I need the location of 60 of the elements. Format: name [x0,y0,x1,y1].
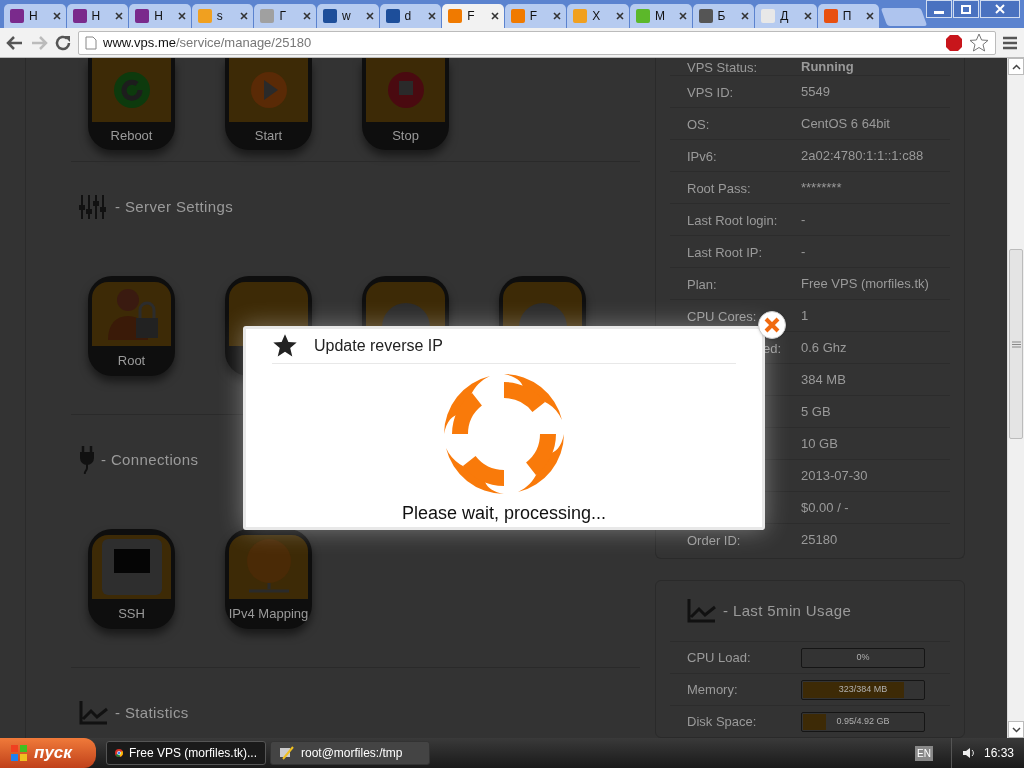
tab-title: Д [780,8,790,25]
tab-title: F [529,8,539,25]
tab-title: H [154,8,164,25]
section-title: - Server Settings [115,196,234,217]
clock: 16:33 [983,745,1014,762]
info-value: - [801,210,806,229]
info-value: $0.00 / - [801,498,849,517]
tab-title: П [842,8,853,25]
tab-title: s [216,8,224,25]
info-value: 0.6 Ghz [801,338,847,357]
usage-reading: 323/384 MB [837,682,889,696]
info-value: Running [801,58,854,76]
info-value: 1 [801,306,809,325]
tile-label: Reboot [110,127,153,146]
info-value: 5549 [801,82,830,101]
usage-reading: 0% [855,650,871,664]
info-label: Last Root login: [687,212,778,228]
info-label: Last Root IP: [687,244,763,260]
info-label: Plan: [687,276,717,292]
usage-reading: 0.95/4.92 GB [835,714,891,728]
info-value: CentOS 6 64bit [801,114,890,133]
section-title: - Connections [101,449,199,470]
info-label: VPS Status: [687,59,758,75]
tab-title: X [592,8,602,25]
tile-label: IPv4 Mapping [228,605,309,624]
tab-title: M [654,8,666,25]
tab-title: H [29,8,39,25]
info-label: CPU Cores: [687,308,757,324]
info-value: 2013-07-30 [801,466,868,485]
dialog-title: Update reverse IP [314,336,443,356]
tab-title: F [467,8,476,25]
info-label: Order ID: [687,533,741,548]
info-value: 2a02:4780:1:1::1:c88 [801,146,924,165]
info-value: 10 GB [801,434,838,453]
tile-label: SSH [118,605,145,624]
tab-title: Б [717,8,727,25]
info-value: 25180 [801,531,838,550]
tile-label: Start [254,127,283,146]
info-label: IPv6: [687,148,717,164]
info-value: Free VPS (morfiles.tk) [801,274,929,293]
info-label: VPS ID: [687,84,734,100]
usage-label: Disk Space: [686,712,758,731]
tile-label: Stop [392,127,419,146]
section-title: - Last 5min Usage [723,600,852,621]
info-value: 384 MB [801,370,846,389]
tab-title: d [404,8,413,25]
info-label: Root Pass: [687,180,751,196]
tab-title: H [91,8,102,25]
tile-label: Root [117,352,146,371]
usage-label: Memory: [686,680,739,699]
dialog-message: Please wait, processing... [401,502,607,525]
info-label: OS: [687,116,710,132]
info-value: 5 GB [801,402,831,421]
tab-title: Г [279,8,287,25]
usage-label: CPU Load: [686,648,752,667]
url-text: www.vps.me/service/manage/25180 [103,33,312,52]
info-value: - [801,242,806,261]
tab-title: w [341,8,352,25]
info-value: ******** [801,178,842,197]
section-title: - Statistics [115,702,189,723]
